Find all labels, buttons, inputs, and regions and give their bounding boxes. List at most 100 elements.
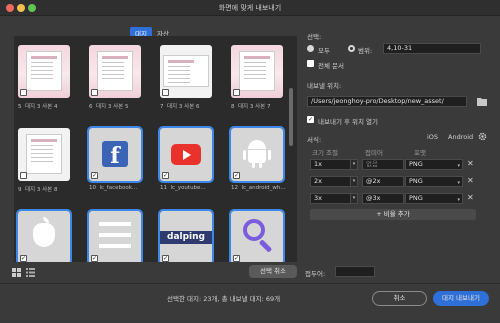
artboard-thumb[interactable]: f ✓ [87,126,143,183]
format-label: 서식: [307,136,322,144]
scrollbar-thumb[interactable] [289,88,293,146]
suffix-input[interactable]: @3x [362,193,404,204]
full-document-checkbox[interactable] [307,60,314,67]
thumbnail-scrollbar[interactable] [288,36,294,262]
facebook-icon: f [102,141,128,169]
add-scale-button[interactable]: + 비율 추가 [310,209,476,220]
suffix-input[interactable]: 없음 [362,159,404,170]
document-preview [239,51,275,91]
thumb-number: 10 [89,185,96,191]
thumb-number: 9 [18,187,22,193]
ios-preset[interactable]: iOS [427,133,438,141]
format-value: PNG [409,177,423,185]
scale-value: 2x [314,177,322,185]
artboard-thumb[interactable] [231,45,283,98]
prefix-input[interactable] [335,266,375,277]
scale-value: 3x [314,194,322,202]
artboard-thumb[interactable] [18,128,70,181]
thumb-name: 대지 3 사본 7 [238,104,271,110]
thumb-name: lc_android_wh... [241,185,286,191]
gear-icon[interactable] [478,132,487,141]
artboard-thumb[interactable]: ✓ [229,209,285,262]
thumb-checkbox[interactable]: ✓ [162,172,169,179]
artboard-thumb[interactable] [89,45,141,98]
folder-icon[interactable] [477,97,487,106]
android-preset[interactable]: Android [448,133,473,141]
thumb-number: 11 [160,185,167,191]
thumb-checkbox[interactable]: ✓ [91,172,98,179]
scale-value: 1x [314,160,322,168]
thumb-checkbox[interactable]: ✓ [91,255,98,262]
document-preview [26,134,62,174]
thumb-checkbox[interactable] [20,172,27,179]
scale-dropdown-button[interactable]: ▾ [350,159,358,170]
suffix-input[interactable]: @2x [362,176,404,187]
dalping-logo: dalping [160,231,212,244]
range-label: 범위: [358,47,373,55]
cancel-button[interactable]: 취소 [372,291,427,306]
scale-dropdown-button[interactable]: ▾ [350,193,358,204]
thumb-number: 12 [231,185,238,191]
column-size: 크기 조절 [312,149,338,157]
thumb-checkbox[interactable] [233,89,240,96]
export-artboards-button[interactable]: 대지 내보내기 [433,291,489,306]
thumb-checkbox[interactable]: ✓ [162,255,169,262]
title-bar: 화면에 맞게 내보내기 [0,0,500,16]
scale-select[interactable]: 2x [310,176,351,187]
artboard-thumb[interactable] [160,45,212,98]
chevron-down-icon: ▾ [457,197,460,203]
chevron-down-icon: ▾ [457,163,460,169]
artboard-thumb[interactable] [18,45,70,98]
open-location-checkbox[interactable]: ✓ [307,116,314,123]
grid-view-icon[interactable] [12,268,21,277]
search-icon [243,219,265,241]
format-value: PNG [409,160,423,168]
thumb-name: 대지 3 사본 5 [96,104,129,110]
scale-dropdown-button[interactable]: ▾ [350,176,358,187]
remove-scale-button[interactable]: ✕ [467,193,474,202]
full-document-label: 전체 문서 [318,62,344,70]
thumb-checkbox[interactable]: ✓ [233,172,240,179]
selection-label: 선택: [307,33,322,41]
format-select[interactable]: PNG ▾ [405,193,463,204]
remove-scale-button[interactable]: ✕ [467,176,474,185]
android-icon [243,140,271,168]
thumb-number: 7 [160,104,164,110]
document-preview [97,51,133,91]
open-location-label: 내보내기 후 위치 열기 [318,118,379,126]
thumb-checkbox[interactable] [91,89,98,96]
artboard-thumb[interactable]: ✓ [87,209,143,262]
all-radio[interactable] [307,45,314,52]
thumb-checkbox[interactable]: ✓ [233,255,240,262]
thumb-name: lc_facebook... [99,185,138,191]
thumb-name: 대지 3 사본 6 [167,104,200,110]
format-select[interactable]: PNG ▾ [405,176,463,187]
document-preview [26,51,62,91]
list-view-icon[interactable] [26,268,35,277]
thumb-checkbox[interactable] [20,89,27,96]
thumb-checkbox[interactable]: ✓ [20,255,27,262]
thumbnail-panel: 5 대지 3 사본 4 6 대지 3 사본 5 7 대지 3 사본 6 8 대지… [14,36,297,262]
column-suffix: 접미어 [365,149,383,157]
artboard-thumb[interactable]: ✓ [16,209,72,262]
export-path-field[interactable]: /Users/jeonghoy-pro/Desktop/new_asset/ [307,96,467,107]
thumb-number: 5 [18,104,22,110]
document-preview [163,55,209,87]
range-radio[interactable] [348,45,355,52]
format-value: PNG [409,194,423,202]
format-select[interactable]: PNG ▾ [405,159,463,170]
chevron-down-icon: ▾ [457,180,460,186]
artboard-thumb[interactable]: dalping ✓ [158,209,214,262]
remove-scale-button[interactable]: ✕ [467,159,474,168]
thumb-checkbox[interactable] [162,89,169,96]
artboard-thumb[interactable]: ✓ [229,126,285,183]
thumb-number: 6 [89,104,93,110]
range-input[interactable]: 4,10-31 [383,43,481,54]
artboard-thumb[interactable]: ✓ [158,126,214,183]
youtube-icon [171,144,201,165]
scale-select[interactable]: 3x [310,193,351,204]
scale-select[interactable]: 1x [310,159,351,170]
deselect-button[interactable]: 선택 취소 [249,265,297,278]
window-title: 화면에 맞게 내보내기 [218,4,282,12]
prefix-label: 접두어: [305,270,326,278]
